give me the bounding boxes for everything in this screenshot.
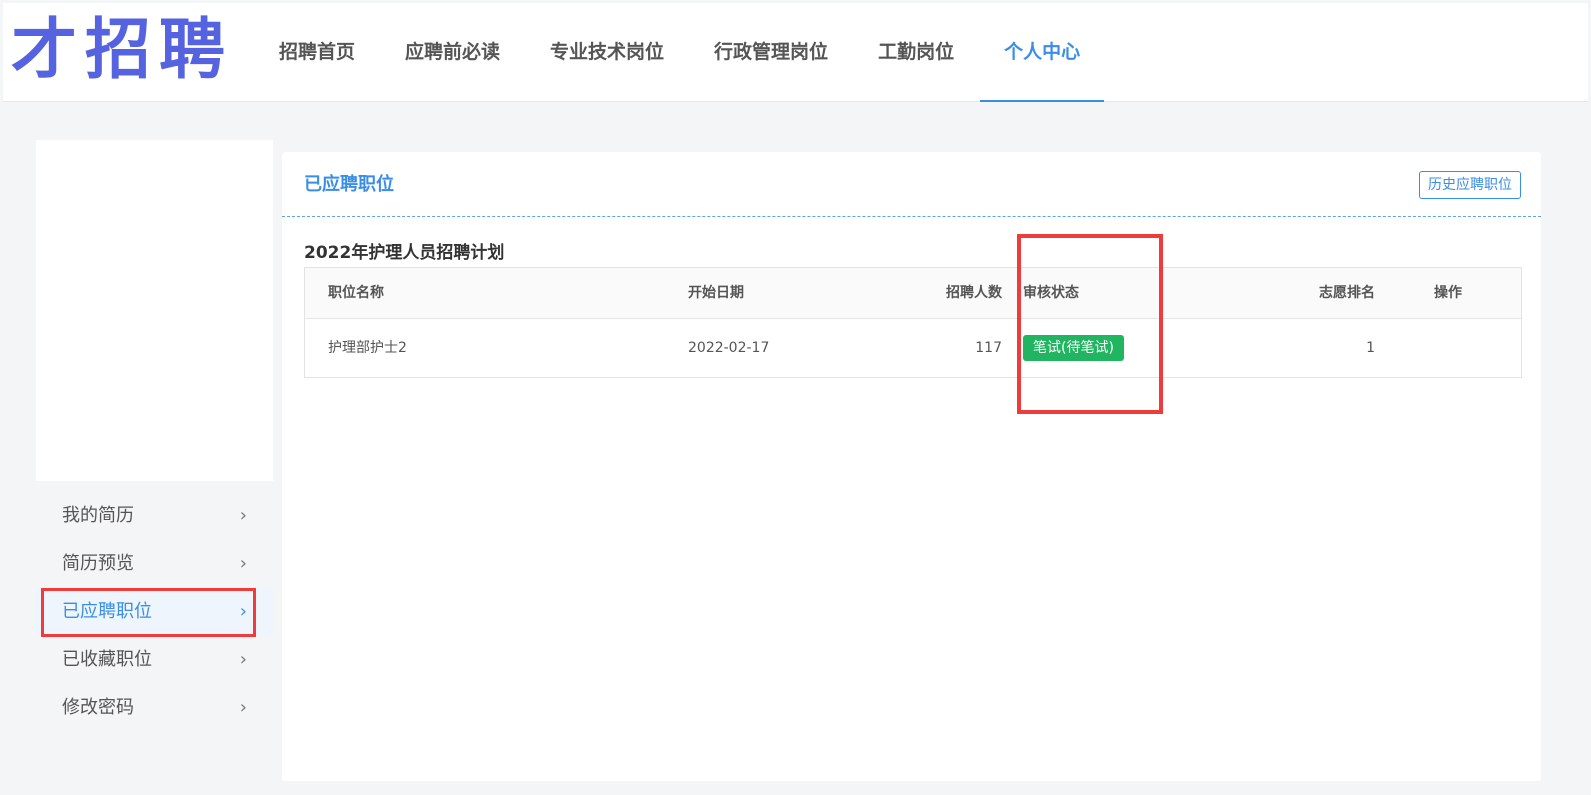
sidebar-item-label: 已收藏职位 <box>62 649 152 670</box>
header-headcount: 招聘人数 <box>946 285 1002 301</box>
sidebar-menu: 我的简历 › 简历预览 › 已应聘职位 › 已收藏职位 › 修改密码 › <box>36 492 273 732</box>
nav-item-must-read[interactable]: 应聘前必读 <box>405 3 500 101</box>
nav-item-professional-posts[interactable]: 专业技术岗位 <box>550 3 664 101</box>
header-start-date: 开始日期 <box>688 285 744 301</box>
chevron-right-icon: › <box>239 553 247 574</box>
chevron-right-icon: › <box>239 649 247 670</box>
plan-title: 2022年护理人员招聘计划 <box>304 243 505 263</box>
sidebar-item-label: 简历预览 <box>62 553 134 574</box>
header-preference-rank: 志愿排名 <box>1319 285 1375 301</box>
sidebar-item-label: 我的简历 <box>62 505 134 526</box>
panel-header: 已应聘职位 历史应聘职位 <box>282 152 1541 217</box>
sidebar-item-applied-positions[interactable]: 已应聘职位 › <box>36 588 273 636</box>
nav-item-service-posts[interactable]: 工勤岗位 <box>878 3 954 101</box>
start-date: 2022-02-17 <box>688 340 770 356</box>
table-row: 护理部护士2 2022-02-17 117 笔试(待笔试) 1 <box>305 319 1521 377</box>
table-header: 职位名称 开始日期 招聘人数 审核状态 志愿排名 操作 <box>305 268 1521 319</box>
applications-table: 职位名称 开始日期 招聘人数 审核状态 志愿排名 操作 护理部护士2 2022-… <box>304 267 1522 378</box>
profile-card <box>36 140 273 481</box>
panel-title: 已应聘职位 <box>304 174 394 195</box>
sidebar-item-label: 修改密码 <box>62 697 134 718</box>
sidebar-item-resume-preview[interactable]: 简历预览 › <box>36 540 273 588</box>
nav-item-admin-posts[interactable]: 行政管理岗位 <box>714 3 828 101</box>
nav-item-home[interactable]: 招聘首页 <box>279 3 355 101</box>
sidebar-item-saved-positions[interactable]: 已收藏职位 › <box>36 636 273 684</box>
sidebar-item-label: 已应聘职位 <box>62 601 152 622</box>
status-badge: 笔试(待笔试) <box>1023 335 1124 361</box>
chevron-right-icon: › <box>239 697 247 718</box>
applied-positions-panel: 已应聘职位 历史应聘职位 2022年护理人员招聘计划 职位名称 开始日期 招聘人… <box>282 152 1541 781</box>
site-logo[interactable]: 才招聘 <box>11 9 233 91</box>
main-nav: 招聘首页 应聘前必读 专业技术岗位 行政管理岗位 工勤岗位 个人中心 <box>279 3 1130 102</box>
top-header: 才招聘 招聘首页 应聘前必读 专业技术岗位 行政管理岗位 工勤岗位 个人中心 <box>3 3 1588 102</box>
chevron-right-icon: › <box>239 601 247 622</box>
chevron-right-icon: › <box>239 505 247 526</box>
sidebar-item-change-password[interactable]: 修改密码 › <box>36 684 273 732</box>
sidebar-item-my-resume[interactable]: 我的简历 › <box>36 492 273 540</box>
review-status-cell: 笔试(待笔试) <box>1023 319 1124 377</box>
header-actions: 操作 <box>1434 285 1462 301</box>
headcount: 117 <box>975 340 1002 356</box>
position-name-link[interactable]: 护理部护士2 <box>328 319 407 377</box>
header-position-name: 职位名称 <box>328 285 384 301</box>
history-positions-button[interactable]: 历史应聘职位 <box>1419 171 1521 199</box>
preference-rank: 1 <box>1366 340 1375 356</box>
header-review-status: 审核状态 <box>1023 285 1079 301</box>
nav-item-personal-center[interactable]: 个人中心 <box>980 3 1105 102</box>
